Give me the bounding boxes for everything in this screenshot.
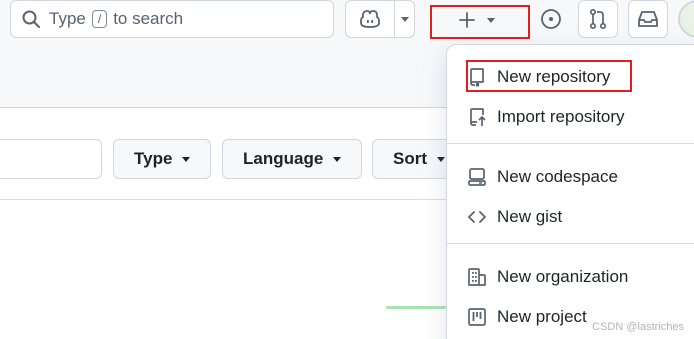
- menu-item-new-gist[interactable]: New gist: [447, 199, 694, 235]
- menu-item-new-repository[interactable]: New repository: [447, 59, 694, 95]
- git-pull-request-icon: [589, 8, 607, 30]
- organization-icon: [468, 268, 486, 286]
- issue-opened-icon: [541, 9, 561, 29]
- repo-push-icon: [470, 108, 486, 126]
- watermark-text: CSDN @lastriches: [592, 321, 684, 333]
- copilot-icon: [359, 10, 380, 28]
- create-new-button[interactable]: [432, 0, 528, 38]
- menu-item-label: New organization: [497, 267, 629, 286]
- type-filter-button[interactable]: Type: [113, 139, 211, 179]
- user-avatar[interactable]: [678, 0, 694, 38]
- plus-icon: [459, 12, 475, 28]
- issues-button[interactable]: [536, 0, 566, 38]
- type-filter-label: Type: [134, 149, 173, 168]
- menu-item-label: New repository: [497, 67, 611, 86]
- copilot-divider: [393, 0, 395, 38]
- inbox-button[interactable]: [628, 0, 668, 38]
- search-shortcut-key: /: [91, 10, 108, 28]
- language-filter-button[interactable]: Language: [222, 139, 362, 179]
- code-icon: [468, 211, 486, 223]
- chevron-down-icon: [182, 156, 191, 162]
- menu-item-new-codespace[interactable]: New codespace: [447, 159, 694, 195]
- menu-item-label: Import repository: [497, 107, 625, 126]
- search-icon: [22, 10, 40, 28]
- create-new-menu: New repository Import repository New cod…: [446, 44, 694, 339]
- chevron-down-icon: [400, 16, 409, 22]
- menu-item-label: New gist: [497, 207, 563, 226]
- chevron-down-icon: [333, 156, 342, 162]
- menu-divider: [447, 143, 694, 144]
- activity-graph-line: [386, 306, 446, 309]
- pull-requests-button[interactable]: [578, 0, 618, 38]
- menu-item-new-organization[interactable]: New organization: [447, 259, 694, 295]
- repo-icon: [470, 68, 484, 87]
- copilot-button-group: [345, 0, 415, 38]
- menu-divider: [447, 243, 694, 244]
- chevron-down-icon: [487, 17, 495, 23]
- codespaces-icon: [468, 168, 486, 186]
- copilot-menu-toggle[interactable]: [400, 16, 409, 22]
- sort-filter-label: Sort: [393, 149, 427, 168]
- menu-item-label: New project: [497, 307, 587, 326]
- inbox-icon: [638, 11, 658, 27]
- page: Type / to search Type Language Sort New …: [0, 0, 694, 339]
- search-input[interactable]: Type / to search: [10, 0, 334, 38]
- copilot-button[interactable]: [352, 1, 388, 37]
- chevron-down-icon: [437, 156, 445, 162]
- search-placeholder-suffix: to search: [113, 9, 184, 28]
- menu-item-import-repository[interactable]: Import repository: [447, 99, 694, 135]
- language-filter-label: Language: [243, 149, 324, 168]
- search-placeholder-prefix: Type: [49, 9, 86, 28]
- find-repository-input[interactable]: [0, 139, 102, 179]
- menu-item-label: New codespace: [497, 167, 618, 186]
- project-icon: [468, 308, 486, 326]
